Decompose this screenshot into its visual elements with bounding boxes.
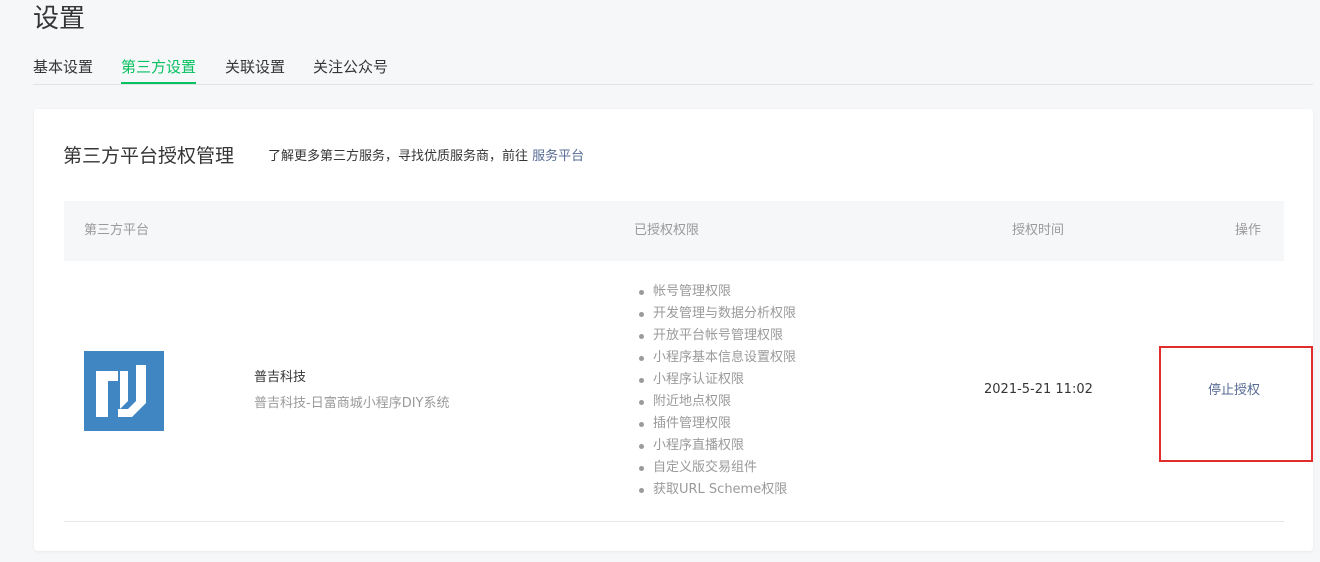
tab-follow-official-account[interactable]: 关注公众号 xyxy=(313,54,388,84)
column-header-permissions: 已授权权限 xyxy=(634,223,700,238)
list-item: 自定义版交易组件 xyxy=(636,457,796,479)
settings-tabs: 基本设置 第三方设置 关联设置 关注公众号 xyxy=(33,54,1313,85)
table-header: 第三方平台 已授权权限 授权时间 操作 xyxy=(64,201,1284,261)
list-item: 开发管理与数据分析权限 xyxy=(636,303,796,325)
list-item: 插件管理权限 xyxy=(636,413,796,435)
section-title: 第三方平台授权管理 xyxy=(63,145,235,167)
list-item: 附近地点权限 xyxy=(636,391,796,413)
list-item: 小程序认证权限 xyxy=(636,369,796,391)
list-item: 帐号管理权限 xyxy=(636,281,796,303)
column-header-actions: 操作 xyxy=(1235,223,1262,238)
platform-subtitle: 普吉科技-日富商城小程序DIY系统 xyxy=(254,396,450,411)
authorization-card: 第三方平台授权管理 了解更多第三方服务，寻找优质服务商，前往 服务平台 第三方平… xyxy=(34,109,1313,551)
page-title: 设置 xyxy=(33,4,86,34)
platform-name: 普吉科技 xyxy=(254,370,307,385)
service-platform-link[interactable]: 服务平台 xyxy=(532,149,584,164)
section-description: 了解更多第三方服务，寻找优质服务商，前往 服务平台 xyxy=(268,147,584,167)
platform-logo-icon xyxy=(84,351,164,431)
list-item: 小程序基本信息设置权限 xyxy=(636,347,796,369)
section-description-text: 了解更多第三方服务，寻找优质服务商，前往 xyxy=(268,149,529,164)
permission-list: 帐号管理权限 开发管理与数据分析权限 开放平台帐号管理权限 小程序基本信息设置权… xyxy=(636,281,796,501)
tab-basic-settings[interactable]: 基本设置 xyxy=(33,54,93,84)
column-header-auth-time: 授权时间 xyxy=(1012,223,1065,238)
auth-time: 2021-5-21 11:02 xyxy=(984,382,1093,397)
tab-linked-settings[interactable]: 关联设置 xyxy=(225,54,285,84)
list-item: 小程序直播权限 xyxy=(636,435,796,457)
stop-authorization-button[interactable]: 停止授权 xyxy=(1208,381,1260,401)
tab-third-party-settings[interactable]: 第三方设置 xyxy=(121,54,197,84)
list-item: 获取URL Scheme权限 xyxy=(636,479,796,501)
list-item: 开放平台帐号管理权限 xyxy=(636,325,796,347)
column-header-platform: 第三方平台 xyxy=(84,223,150,238)
table-row: 普吉科技 普吉科技-日富商城小程序DIY系统 帐号管理权限 开发管理与数据分析权… xyxy=(64,261,1284,522)
